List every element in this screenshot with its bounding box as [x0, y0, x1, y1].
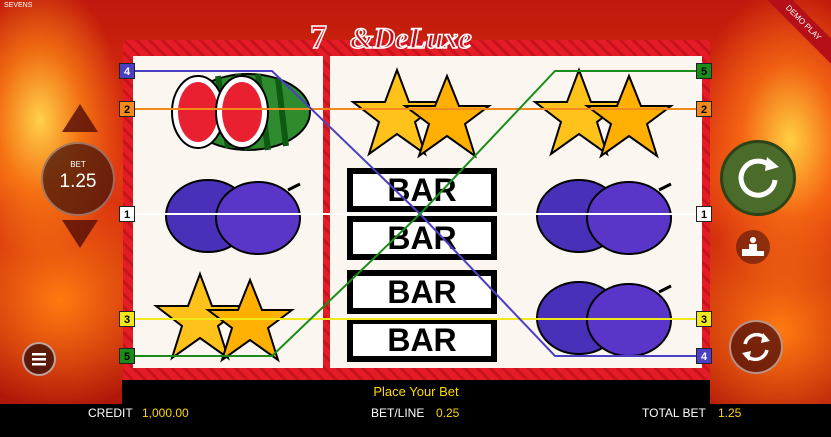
spin-arrow-icon [738, 157, 779, 198]
payline-1-badge-right: 1 [696, 206, 712, 222]
bet-label: BET [70, 160, 86, 169]
payline-5-badge-right: 5 [696, 63, 712, 79]
credit-label: CREDIT [88, 406, 133, 420]
reel-1 [133, 56, 323, 368]
game-title: SEVENS [4, 2, 33, 9]
payline-4-badge-right: 4 [696, 348, 712, 364]
bet-display: BET 1.25 [41, 142, 115, 216]
double-star-symbol [532, 67, 674, 159]
watermelon-symbol [171, 73, 311, 151]
payline-3-badge-right: 3 [696, 311, 712, 327]
reel-2: BAR BAR BAR BAR [330, 56, 520, 368]
svg-text:7: 7 [310, 19, 327, 56]
total-bet-label: TOTAL BET [642, 406, 706, 420]
credit-value: 1,000.00 [142, 406, 189, 420]
hamburger-icon [32, 353, 46, 366]
podium-icon [742, 237, 764, 256]
payline-5-badge-left: 5 [119, 348, 135, 364]
game-logo: 7 &DeLuxe [310, 18, 472, 56]
bar-label: BAR [387, 274, 456, 310]
double-star-symbol [350, 67, 492, 159]
bar-label: BAR [387, 172, 456, 208]
menu-button[interactable] [22, 342, 56, 376]
double-bar-symbol: BAR BAR [347, 270, 497, 362]
plum-symbol [536, 281, 672, 357]
leaderboard-button[interactable] [736, 230, 770, 264]
bar-label: BAR [387, 220, 456, 256]
reel-3 [512, 56, 702, 368]
spin-button[interactable] [720, 140, 796, 216]
status-message: Place Your Bet [122, 380, 710, 404]
bet-value: 1.25 [59, 171, 97, 192]
payline-4-badge-left: 4 [119, 63, 135, 79]
autoplay-button[interactable] [729, 320, 783, 374]
payline-2-badge-left: 2 [119, 101, 135, 117]
payline-1-badge-left: 1 [119, 206, 135, 222]
svg-text:&DeLuxe: &DeLuxe [350, 22, 472, 55]
bottom-bar: CREDIT 1,000.00 BET/LINE 0.25 TOTAL BET … [0, 404, 831, 437]
bet-decrease-button[interactable] [62, 220, 98, 248]
double-bar-symbol: BAR BAR [347, 168, 497, 260]
total-bet-value: 1.25 [718, 406, 742, 420]
betline-value: 0.25 [436, 406, 460, 420]
autoplay-icon [742, 332, 770, 362]
bar-label: BAR [387, 322, 456, 358]
plum-symbol [165, 179, 301, 255]
betline-label: BET/LINE [371, 406, 425, 420]
plum-symbol [536, 179, 672, 255]
bet-increase-button[interactable] [62, 104, 98, 132]
double-star-symbol [153, 271, 295, 363]
payline-3-badge-left: 3 [119, 311, 135, 327]
payline-2-badge-right: 2 [696, 101, 712, 117]
